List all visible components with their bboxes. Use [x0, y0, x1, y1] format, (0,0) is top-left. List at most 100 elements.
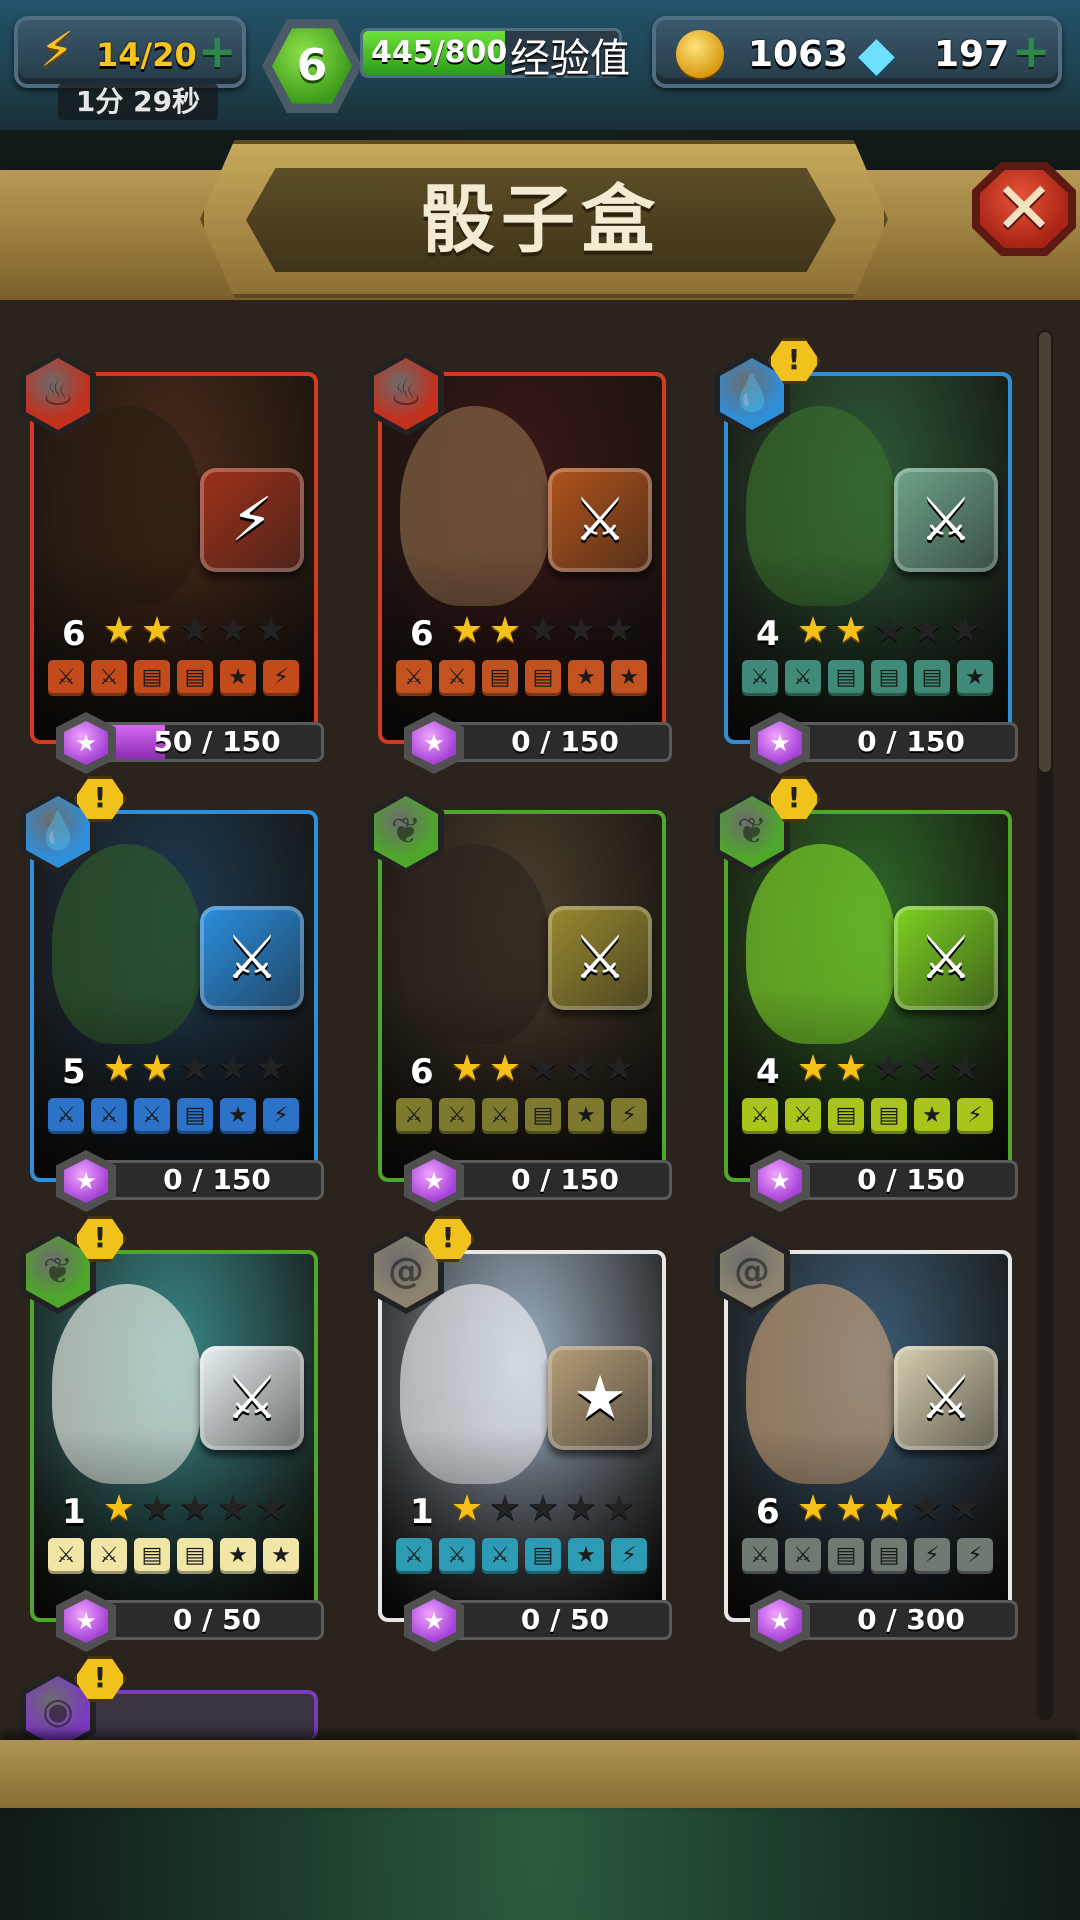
star-rating: ★ ★ ★ ★ ★: [794, 1050, 984, 1088]
gem-icon: ◆: [858, 26, 895, 82]
star-icon: ★: [526, 610, 560, 651]
fire-element-icon: ♨: [368, 352, 444, 436]
add-energy-button[interactable]: +: [198, 28, 237, 74]
star-face-icon: ★: [957, 660, 993, 696]
star-face-icon: ★: [914, 1098, 950, 1134]
card-progress-text: 0 / 300: [857, 1603, 965, 1636]
shield-face-icon: ▤: [177, 1538, 213, 1574]
star-icon: ★: [488, 1488, 522, 1529]
shield-face-icon: ▤: [914, 660, 950, 696]
sword-face-icon: ⚔: [396, 660, 432, 696]
sword-face-icon: ⚔: [439, 660, 475, 696]
card-progress-bar: 0 / 150: [432, 1160, 672, 1200]
bolt-face-icon: ⚡: [263, 1098, 299, 1134]
dice-faces: ⚔ ⚔ ▤ ▤ ★ ⚡: [742, 1098, 1000, 1134]
dice-icon: ⚔: [200, 906, 304, 1010]
shield-face-icon: ▤: [482, 660, 518, 696]
star-icon: ★: [178, 1488, 212, 1529]
card-level: 1: [62, 1492, 86, 1532]
fire-element-icon: ♨: [20, 352, 96, 436]
star-icon: ★: [488, 1048, 522, 1089]
shield-face-icon: ▤: [134, 1538, 170, 1574]
sword-face-icon: ⚔: [482, 1098, 518, 1134]
star-face-icon: ★: [568, 1538, 604, 1574]
star-icon: ★: [254, 1048, 288, 1089]
star-icon: ★: [564, 1488, 598, 1529]
card-progress-bar: 0 / 50: [432, 1600, 672, 1640]
star-icon: ★: [910, 610, 944, 651]
star-face-icon: ★: [611, 660, 647, 696]
star-icon: ★: [450, 1048, 484, 1089]
card-level: 6: [756, 1492, 780, 1532]
card-progress-text: 0 / 50: [520, 1603, 610, 1636]
star-icon: ★: [102, 1048, 136, 1089]
star-icon: ★: [254, 1488, 288, 1529]
star-icon: ★: [872, 610, 906, 651]
creature-card[interactable]: ⚔ 6 ★ ★ ★ ★ ★ ⚔ ⚔ ▤ ▤ ⚡ ⚡ 0 / 300 ★ @: [714, 1230, 1018, 1652]
shield-face-icon: ▤: [177, 1098, 213, 1134]
star-icon: ★: [178, 610, 212, 651]
shield-face-icon: ▤: [525, 1538, 561, 1574]
shield-face-icon: ▤: [177, 660, 213, 696]
dice-icon: ⚔: [200, 1346, 304, 1450]
gold-coin-icon: [676, 30, 724, 78]
dice-icon: ⚔: [548, 906, 652, 1010]
add-gems-button[interactable]: +: [1012, 28, 1051, 74]
star-icon: ★: [834, 610, 868, 651]
gem-value: 197: [934, 34, 1010, 75]
creature-card[interactable]: ⚡ 6 ★ ★ ★ ★ ★ ⚔ ⚔ ▤ ▤ ★ ⚡ 50 / 150 ★ ♨: [20, 352, 324, 774]
star-icon: ★: [140, 610, 174, 651]
sword-face-icon: ⚔: [396, 1538, 432, 1574]
creature-card[interactable]: ⚔ 1 ★ ★ ★ ★ ★ ⚔ ⚔ ▤ ▤ ★ ★ 0 / 50 ★ ❦ !: [20, 1216, 324, 1652]
sword-face-icon: ⚔: [482, 1538, 518, 1574]
creature-card[interactable]: ⚔ 4 ★ ★ ★ ★ ★ ⚔ ⚔ ▤ ▤ ▤ ★ 0 / 150 ★ 💧 !: [714, 338, 1018, 774]
star-icon: ★: [140, 1048, 174, 1089]
star-rating: ★ ★ ★ ★ ★: [100, 1050, 290, 1088]
close-button[interactable]: ✕: [972, 162, 1076, 256]
shield-face-icon: ▤: [828, 660, 864, 696]
card-progress-bar: 0 / 150: [778, 1160, 1018, 1200]
star-rating: ★ ★ ★ ★ ★: [100, 612, 290, 650]
star-icon: ★: [834, 1488, 868, 1529]
card-level: 6: [62, 614, 86, 654]
bottom-plank: [0, 1740, 1080, 1808]
card-level: 6: [410, 614, 434, 654]
dice-icon: ⚔: [548, 468, 652, 572]
shield-face-icon: ▤: [871, 1098, 907, 1134]
dice-icon: ⚡: [200, 468, 304, 572]
card-progress-bar: 0 / 150: [84, 1160, 324, 1200]
bolt-face-icon: ⚡: [957, 1538, 993, 1574]
sword-face-icon: ⚔: [742, 1538, 778, 1574]
creature-card[interactable]: ⚔ 5 ★ ★ ★ ★ ★ ⚔ ⚔ ⚔ ▤ ★ ⚡ 0 / 150 ★ 💧 !: [20, 776, 324, 1212]
creature-card[interactable]: ◉ !: [20, 1656, 318, 1754]
sword-face-icon: ⚔: [785, 1098, 821, 1134]
star-rating: ★ ★ ★ ★ ★: [448, 1490, 638, 1528]
star-icon: ★: [102, 610, 136, 651]
card-level: 6: [410, 1052, 434, 1092]
air-element-icon: @: [714, 1230, 790, 1314]
sword-face-icon: ⚔: [396, 1098, 432, 1134]
scrollbar-thumb[interactable]: [1039, 332, 1051, 772]
star-icon: ★: [526, 1048, 560, 1089]
sword-face-icon: ⚔: [91, 1098, 127, 1134]
page-title: 骰子盒: [421, 177, 661, 263]
card-progress-text: 0 / 150: [511, 1163, 619, 1196]
sword-face-icon: ⚔: [439, 1538, 475, 1574]
creature-card[interactable]: ★ 1 ★ ★ ★ ★ ★ ⚔ ⚔ ⚔ ▤ ★ ⚡ 0 / 50 ★ @ !: [368, 1216, 672, 1652]
star-icon: ★: [872, 1048, 906, 1089]
creature-card[interactable]: ⚔ 4 ★ ★ ★ ★ ★ ⚔ ⚔ ▤ ▤ ★ ⚡ 0 / 150 ★ ❦ !: [714, 776, 1018, 1212]
card-progress-bar: 0 / 300: [778, 1600, 1018, 1640]
star-face-icon: ★: [220, 660, 256, 696]
creature-card[interactable]: ⚔ 6 ★ ★ ★ ★ ★ ⚔ ⚔ ⚔ ▤ ★ ⚡ 0 / 150 ★ ❦: [368, 790, 672, 1212]
card-progress-text: 0 / 50: [172, 1603, 262, 1636]
star-icon: ★: [796, 1048, 830, 1089]
shield-face-icon: ▤: [134, 660, 170, 696]
star-face-icon: ★: [220, 1538, 256, 1574]
star-icon: ★: [872, 1488, 906, 1529]
sword-face-icon: ⚔: [48, 1098, 84, 1134]
bolt-face-icon: ⚡: [611, 1098, 647, 1134]
star-icon: ★: [602, 1488, 636, 1529]
star-icon: ★: [178, 1048, 212, 1089]
creature-card[interactable]: ⚔ 6 ★ ★ ★ ★ ★ ⚔ ⚔ ▤ ▤ ★ ★ 0 / 150 ★ ♨: [368, 352, 672, 774]
card-level: 4: [756, 614, 780, 654]
